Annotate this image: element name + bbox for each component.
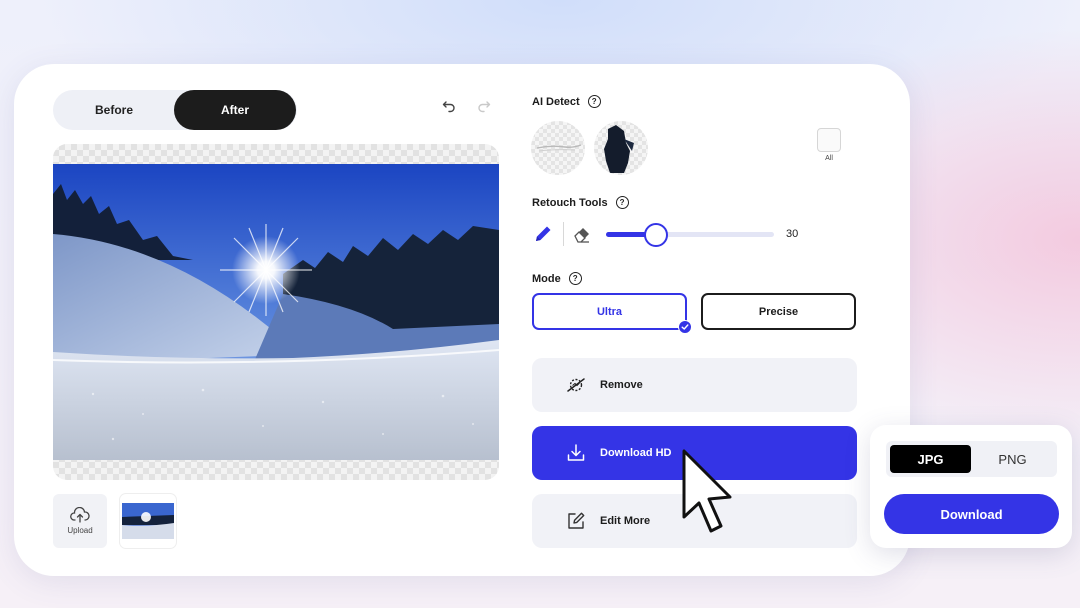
upload-label: Upload: [67, 526, 93, 535]
mode-ultra-button[interactable]: Ultra: [532, 293, 687, 330]
after-tab[interactable]: After: [174, 90, 296, 130]
eraser-icon[interactable]: [571, 223, 593, 245]
pencil-icon[interactable]: [532, 223, 554, 245]
select-all-label: All: [825, 155, 833, 162]
mode-precise-button[interactable]: Precise: [701, 293, 856, 330]
snowfield-cutout: [536, 144, 582, 152]
thumbnail-photo: [122, 503, 174, 539]
redo-icon[interactable]: [475, 97, 493, 115]
edit-more-label: Edit More: [600, 515, 651, 527]
edit-icon: [568, 512, 585, 529]
undo-icon[interactable]: [440, 97, 458, 115]
download-hd-label: Download HD: [600, 447, 672, 459]
before-tab[interactable]: Before: [53, 90, 175, 130]
image-thumbnail[interactable]: [120, 494, 176, 548]
format-selector: JPG PNG: [886, 441, 1057, 477]
ai-detect-heading: AI Detect ?: [532, 95, 601, 108]
brush-size-handle[interactable]: [644, 223, 668, 247]
download-button[interactable]: Download: [884, 494, 1059, 534]
image-canvas: [53, 144, 499, 480]
trees-cutout: [604, 125, 634, 173]
remove-background-icon: [567, 378, 585, 392]
help-icon[interactable]: ?: [587, 95, 601, 108]
mode-heading: Mode ?: [532, 272, 582, 285]
mouse-pointer-icon: [682, 449, 732, 533]
checkmark-icon: [678, 320, 692, 334]
retouch-tools-title: Retouch Tools: [532, 196, 608, 209]
remove-label: Remove: [600, 379, 643, 391]
format-jpg-option[interactable]: JPG: [890, 445, 971, 473]
tool-divider: [563, 222, 564, 246]
retouch-tools-heading: Retouch Tools ?: [532, 196, 629, 209]
upload-button[interactable]: Upload: [53, 494, 107, 548]
editor-card: Before After Upload AI Detect ? All Reto…: [14, 64, 910, 576]
cloud-upload-icon: [70, 507, 90, 523]
remove-button[interactable]: Remove: [532, 358, 857, 412]
result-photo: [53, 164, 499, 460]
brush-size-slider[interactable]: [606, 223, 774, 247]
detected-object-trees[interactable]: [594, 121, 648, 175]
detected-object-snowfield[interactable]: [531, 121, 585, 175]
before-after-toggle: Before After: [53, 90, 297, 130]
select-all-checkbox[interactable]: [817, 128, 841, 152]
help-icon[interactable]: ?: [568, 272, 582, 285]
brush-size-value: 30: [786, 228, 799, 240]
download-icon: [567, 444, 585, 461]
help-icon[interactable]: ?: [615, 196, 629, 209]
format-png-option[interactable]: PNG: [972, 445, 1053, 473]
mode-title: Mode: [532, 272, 561, 285]
download-format-popover: JPG PNG Download: [870, 425, 1072, 548]
ai-detect-title: AI Detect: [532, 95, 580, 108]
